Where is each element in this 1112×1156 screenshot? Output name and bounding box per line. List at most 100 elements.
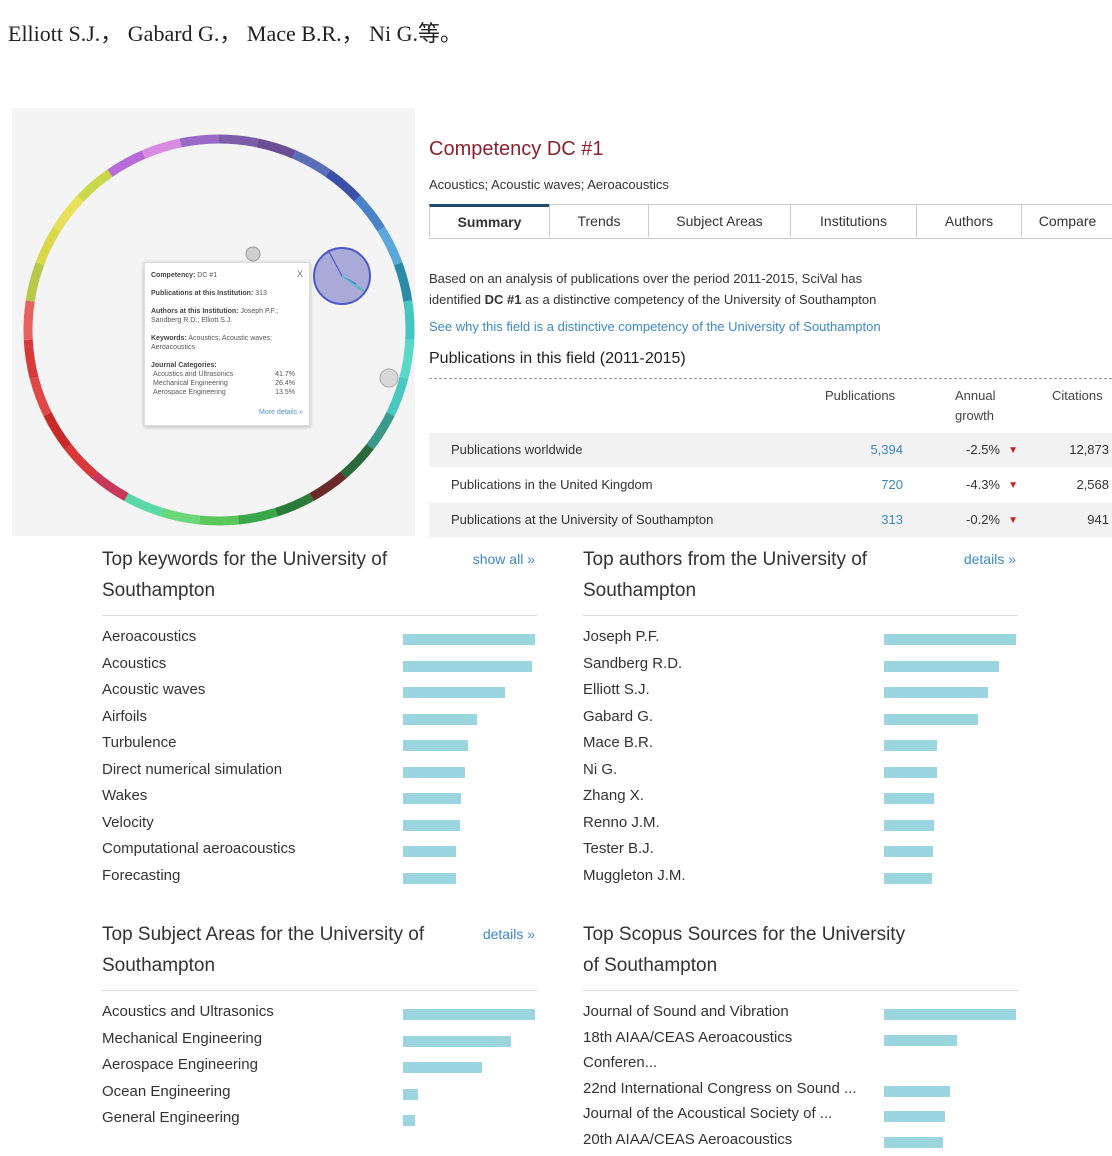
row-publications[interactable]: 5,394 — [870, 442, 903, 457]
list-item[interactable]: 20th AIAA/CEAS Aeroacoustics — [583, 1131, 1018, 1156]
list-item[interactable]: Joseph P.F. — [583, 628, 1018, 655]
list-item[interactable]: Acoustic waves — [102, 681, 537, 708]
list-item[interactable]: Mechanical Engineering — [102, 1030, 537, 1057]
item-label: Velocity — [102, 814, 154, 831]
wheel-segment[interactable] — [110, 154, 144, 173]
item-label: Elliott S.J. — [583, 681, 650, 698]
item-bar — [403, 846, 456, 857]
close-icon[interactable]: X — [297, 270, 303, 279]
wheel-segment[interactable] — [28, 301, 30, 340]
wheel-segment[interactable] — [398, 264, 408, 301]
wheel-segment[interactable] — [219, 139, 257, 143]
wheel-segment[interactable] — [357, 198, 381, 229]
tab-trends[interactable]: Trends — [549, 204, 649, 237]
wheel-segment[interactable] — [408, 301, 410, 340]
list-item[interactable]: Velocity — [102, 814, 537, 841]
list-item[interactable]: Elliott S.J. — [583, 681, 1018, 708]
authors-details-link[interactable]: details » — [964, 551, 1016, 567]
tab-authors[interactable]: Authors — [916, 204, 1022, 237]
list-item[interactable]: Wakes — [102, 787, 537, 814]
wheel-segment[interactable] — [200, 520, 239, 521]
wheel-segment[interactable] — [343, 447, 370, 475]
list-item[interactable]: Mace B.R. — [583, 734, 1018, 761]
wheel-segment[interactable] — [162, 512, 200, 520]
tab-institutions[interactable]: Institutions — [790, 204, 917, 237]
item-label: Ocean Engineering — [102, 1083, 230, 1100]
list-item[interactable]: Computational aeroacoustics — [102, 840, 537, 867]
keywords-divider — [102, 615, 537, 616]
item-bar — [403, 1009, 535, 1020]
wheel-segment[interactable] — [57, 198, 81, 229]
journal-pct: 26.4% — [275, 379, 295, 388]
list-item[interactable]: General Engineering — [102, 1109, 537, 1136]
wheel-segment[interactable] — [81, 173, 110, 198]
wheel-segment[interactable] — [276, 497, 312, 512]
more-details-link[interactable]: More details » — [259, 408, 303, 417]
wheel-segment[interactable] — [48, 414, 68, 447]
sources-divider — [583, 990, 1018, 991]
wheel-segment[interactable] — [404, 340, 410, 378]
list-item[interactable]: Renno J.M. — [583, 814, 1018, 841]
wheel-segment[interactable] — [328, 173, 357, 198]
decline-icon: ▼ — [1008, 445, 1018, 456]
wheel-segment[interactable] — [28, 340, 34, 378]
small-bubble[interactable] — [380, 369, 398, 387]
item-label: Mace B.R. — [583, 734, 653, 751]
list-item[interactable]: Zhang X. — [583, 787, 1018, 814]
list-item[interactable]: Acoustics and Ultrasonics — [102, 1003, 537, 1030]
list-item[interactable]: 22nd International Congress on Sound ... — [583, 1080, 1018, 1106]
wheel-segment[interactable] — [312, 475, 344, 497]
subjects-details-link[interactable]: details » — [483, 926, 535, 942]
subjects-title-line-2: Southampton — [102, 950, 537, 981]
row-publications[interactable]: 720 — [881, 477, 903, 492]
wheel-segment[interactable] — [370, 414, 390, 447]
list-item[interactable]: Muggleton J.M. — [583, 867, 1018, 894]
list-item[interactable]: Tester B.J. — [583, 840, 1018, 867]
item-label: Zhang X. — [583, 787, 644, 804]
list-item[interactable]: Ocean Engineering — [102, 1083, 537, 1110]
list-item[interactable]: Aeroacoustics — [102, 628, 537, 655]
tab-summary[interactable]: Summary — [429, 204, 550, 237]
wheel-segment[interactable] — [144, 143, 181, 155]
item-bar — [884, 846, 933, 857]
list-item[interactable]: Aerospace Engineering — [102, 1056, 537, 1083]
list-item[interactable]: Ni G. — [583, 761, 1018, 788]
item-label: Turbulence — [102, 734, 177, 751]
list-item[interactable]: Sandberg R.D. — [583, 655, 1018, 682]
distinctive-link[interactable]: See why this field is a distinctive comp… — [429, 319, 881, 334]
list-item[interactable]: Turbulence — [102, 734, 537, 761]
list-item[interactable]: Direct numerical simulation — [102, 761, 537, 788]
small-bubble[interactable] — [246, 247, 260, 261]
list-item[interactable]: Gabard G. — [583, 708, 1018, 735]
list-item[interactable]: Journal of the Acoustical Society of ... — [583, 1105, 1018, 1131]
list-item[interactable]: Forecasting — [102, 867, 537, 894]
wheel-segment[interactable] — [257, 143, 294, 155]
table-row: Publications worldwide 5,394 -2.5% ▼ 12,… — [429, 433, 1112, 467]
show-all-link[interactable]: show all » — [473, 551, 535, 567]
list-item[interactable]: Journal of Sound and Vibration — [583, 1003, 1018, 1029]
tab-subject-areas[interactable]: Subject Areas — [648, 204, 791, 237]
wheel-segment[interactable] — [238, 512, 276, 520]
wheel-segment[interactable] — [34, 378, 47, 414]
tab-compare[interactable]: Compare — [1021, 204, 1112, 237]
row-citations: 2,568 — [1076, 477, 1109, 492]
wheel-segment[interactable] — [30, 264, 40, 301]
wheel-segment[interactable] — [40, 229, 57, 264]
wheel-segment[interactable] — [294, 154, 328, 173]
col-publications: Publications — [825, 386, 895, 406]
wheel-segment[interactable] — [95, 475, 127, 497]
wheel-segment[interactable] — [68, 447, 95, 475]
wheel-segment[interactable] — [181, 139, 219, 143]
item-bar — [403, 767, 465, 778]
wheel-segment[interactable] — [126, 497, 162, 512]
item-label: Acoustics and Ultrasonics — [102, 1003, 274, 1020]
list-item[interactable]: Airfoils — [102, 708, 537, 735]
list-item[interactable]: 18th AIAA/CEAS AeroacousticsConferen... — [583, 1029, 1018, 1080]
list-item[interactable]: Acoustics — [102, 655, 537, 682]
row-publications[interactable]: 313 — [881, 512, 903, 527]
item-label: Mechanical Engineering — [102, 1030, 262, 1047]
wheel-segment[interactable] — [381, 229, 398, 264]
item-bar — [403, 661, 532, 672]
item-label: Joseph P.F. — [583, 628, 659, 645]
page-subtitle: Acoustics; Acoustic waves; Aeroacoustics — [429, 177, 669, 192]
